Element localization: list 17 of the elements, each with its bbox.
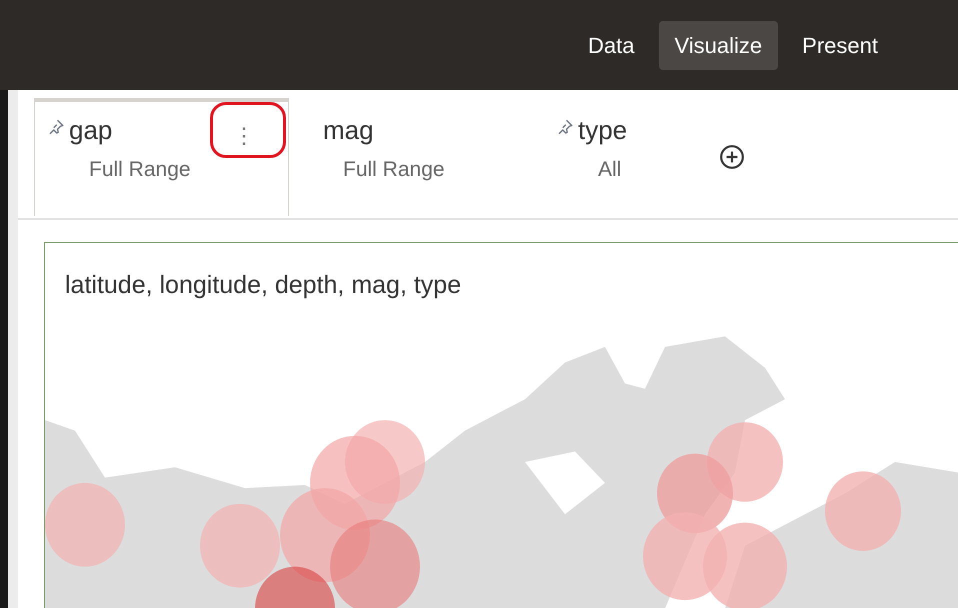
nav-tab[interactable]: Present	[790, 20, 890, 70]
pin-icon[interactable]	[556, 118, 574, 136]
pin-icon[interactable]	[47, 118, 65, 136]
filter-value: Full Range	[89, 157, 191, 183]
filter-name: type	[578, 114, 628, 146]
filter-tab[interactable]: mag Full Range	[289, 98, 544, 216]
filter-value: Full Range	[343, 157, 445, 183]
filter-tab[interactable]: gap Full Range ⋮	[34, 98, 289, 216]
nav-tab[interactable]: Visualize	[658, 20, 778, 70]
filter-name: gap	[69, 114, 112, 146]
add-icon[interactable]	[719, 144, 745, 170]
filter-value: All	[598, 157, 622, 183]
visualization-title: latitude, longitude, depth, mag, type	[64, 270, 462, 301]
more-menu-button[interactable]: ⋮	[226, 116, 262, 156]
filter-name: mag	[323, 114, 374, 146]
nav-tab[interactable]: Data	[576, 20, 647, 70]
filter-tab[interactable]: type All	[544, 98, 719, 216]
